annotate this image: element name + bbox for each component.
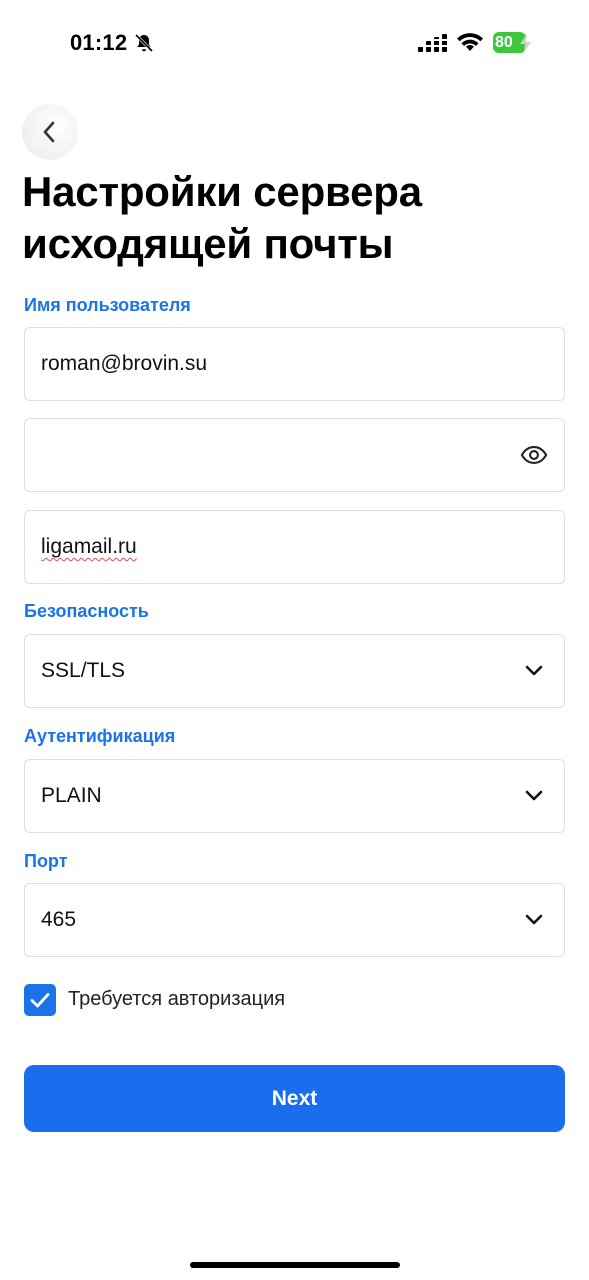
username-value: roman@brovin.su [41, 352, 208, 375]
chevron-down-icon [525, 790, 543, 801]
port-select[interactable]: 465 [24, 883, 565, 957]
security-select[interactable]: SSL/TLS [24, 634, 565, 708]
username-label: Имя пользователя [24, 295, 191, 315]
server-field[interactable]: ligamail.ru [24, 510, 565, 584]
chevron-left-icon [43, 121, 55, 143]
bolt-icon [520, 34, 531, 52]
server-value: ligamail.ru [41, 535, 137, 558]
eye-icon [520, 446, 548, 464]
bell-slash-icon [134, 33, 154, 53]
page-title: Настройки сервера исходящей почты [22, 168, 422, 267]
password-field[interactable] [24, 418, 565, 492]
status-time: 01:12 [70, 30, 128, 55]
chevron-down-icon [525, 665, 543, 676]
auth-select[interactable]: PLAIN [24, 759, 565, 833]
chevron-down-icon [525, 914, 543, 925]
back-button[interactable] [22, 104, 78, 160]
show-password-button[interactable] [520, 441, 548, 469]
battery-level: 80 [495, 33, 513, 51]
port-value: 465 [41, 908, 77, 931]
next-button-label: Next [271, 1086, 318, 1110]
signal-icon [418, 34, 447, 52]
checkmark-icon [30, 993, 50, 1008]
next-button[interactable]: Next [24, 1065, 565, 1132]
requires-auth-label[interactable]: Требуется авторизация [68, 988, 285, 1011]
auth-value: PLAIN [41, 784, 102, 807]
username-field[interactable]: roman@brovin.su [24, 327, 565, 401]
security-value: SSL/TLS [41, 659, 126, 682]
auth-label: Аутентификация [24, 726, 176, 746]
wifi-icon [457, 33, 483, 51]
security-label: Безопасность [24, 601, 149, 621]
home-indicator [190, 1262, 400, 1268]
port-label: Порт [24, 851, 68, 871]
requires-auth-checkbox[interactable] [24, 984, 56, 1016]
